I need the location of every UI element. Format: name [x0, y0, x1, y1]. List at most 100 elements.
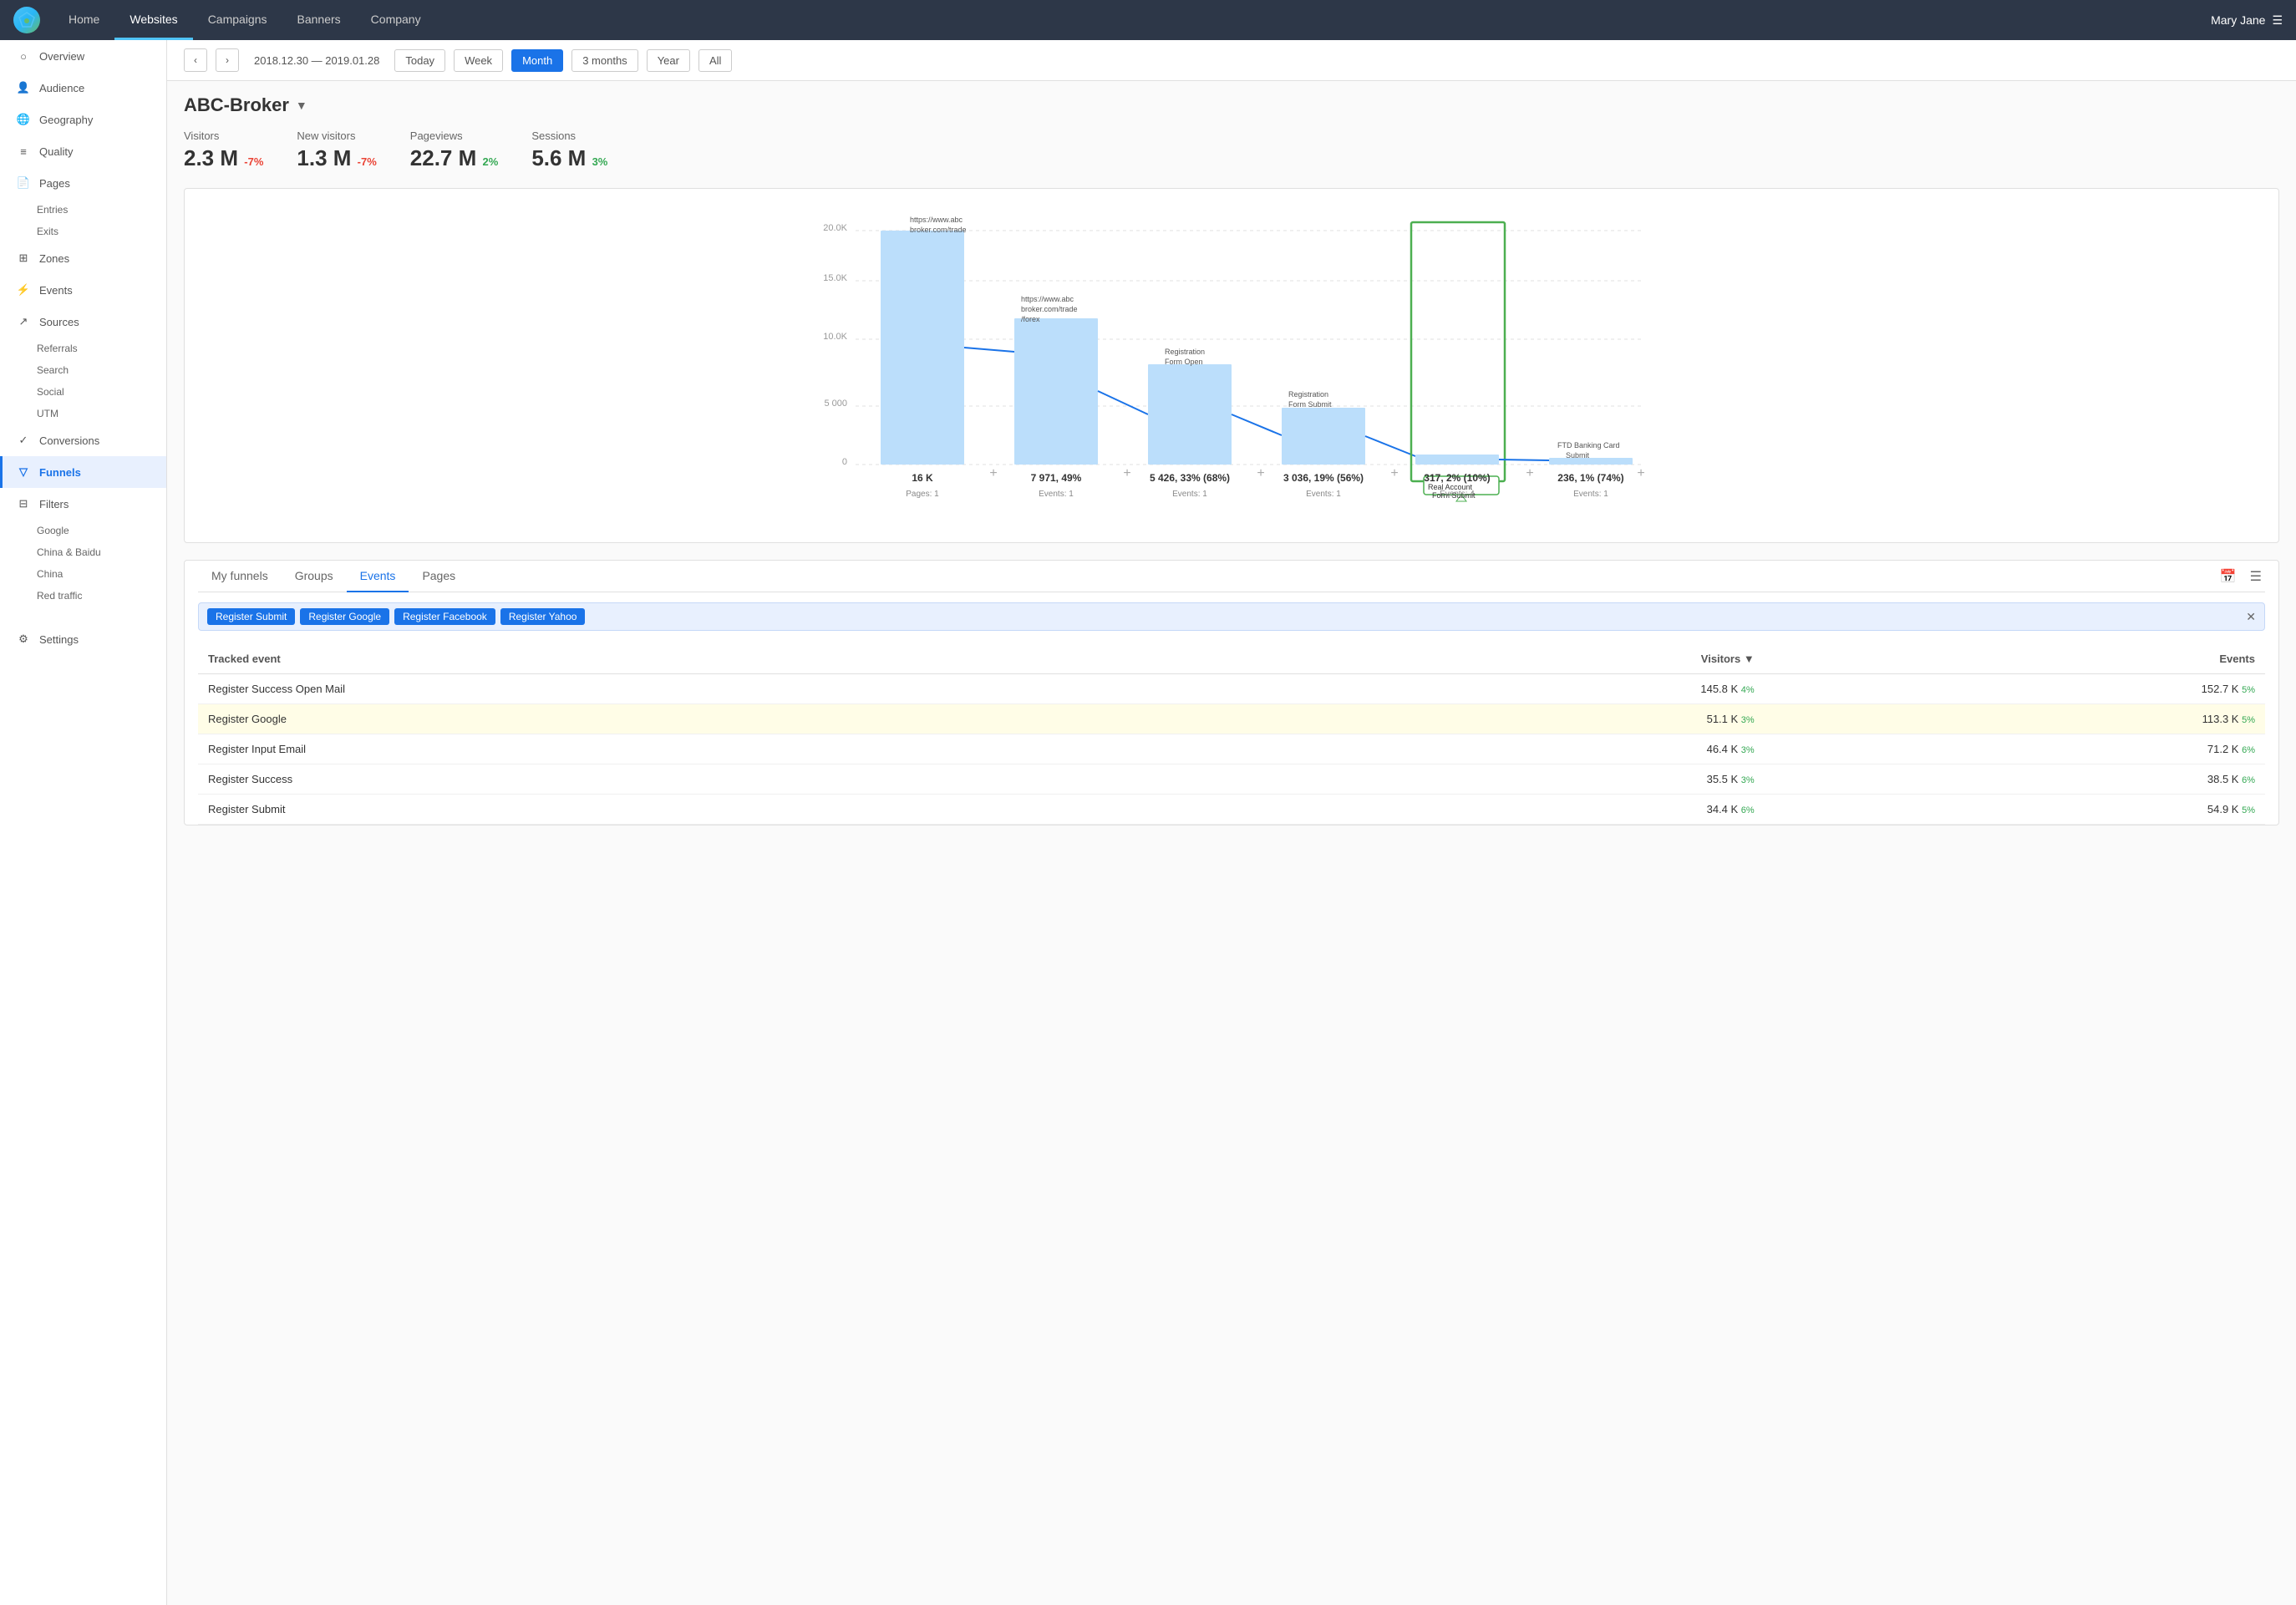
list-view-icon[interactable]: ☰ — [2247, 565, 2265, 588]
sidebar-sub-social[interactable]: Social — [0, 381, 166, 403]
svg-text:Registration: Registration — [1165, 348, 1205, 356]
sidebar-label-geography: Geography — [39, 114, 93, 126]
filters-icon: ⊟ — [16, 496, 31, 511]
svg-text:Form Open: Form Open — [1165, 358, 1203, 366]
tab-groups[interactable]: Groups — [282, 561, 347, 592]
period-year[interactable]: Year — [647, 49, 690, 72]
sidebar-sub-google[interactable]: Google — [0, 520, 166, 541]
sidebar-sub-china-baidu[interactable]: China & Baidu — [0, 541, 166, 563]
table-row[interactable]: Register Submit 34.4 K 6% 54.9 K 5% — [198, 795, 2265, 825]
calendar-icon[interactable]: 📅 — [2217, 565, 2240, 588]
filter-tags-close[interactable]: ✕ — [2246, 610, 2256, 624]
sidebar-sub-utm[interactable]: UTM — [0, 403, 166, 424]
next-period-button[interactable]: › — [216, 48, 239, 72]
stat-pageviews: Pageviews 22.7 M 2% — [410, 130, 499, 171]
sidebar-sub-referrals[interactable]: Referrals — [0, 338, 166, 359]
audience-icon: 👤 — [16, 80, 31, 95]
sidebar-item-conversions[interactable]: ✓ Conversions — [0, 424, 166, 456]
svg-text:5 000: 5 000 — [824, 399, 847, 409]
sidebar-sub-entries[interactable]: Entries — [0, 199, 166, 221]
period-today[interactable]: Today — [394, 49, 445, 72]
svg-text:0: 0 — [842, 457, 847, 467]
svg-text:7 971, 49%: 7 971, 49% — [1031, 472, 1082, 484]
svg-text:3 036, 19% (56%): 3 036, 19% (56%) — [1283, 472, 1364, 484]
svg-text:15.0K: 15.0K — [823, 273, 847, 283]
sidebar-label-pages: Pages — [39, 177, 70, 190]
zones-icon: ⊞ — [16, 251, 31, 266]
funnels-icon: ▽ — [16, 465, 31, 480]
svg-text:16 K: 16 K — [912, 472, 933, 484]
sidebar-label-zones: Zones — [39, 252, 69, 265]
sidebar-item-audience[interactable]: 👤 Audience — [0, 72, 166, 104]
cell-visitors: 35.5 K 3% — [1263, 764, 1764, 795]
cell-visitors: 145.8 K 4% — [1263, 674, 1764, 704]
sidebar-label-settings: Settings — [39, 633, 79, 646]
svg-text:236, 1% (74%): 236, 1% (74%) — [1557, 472, 1623, 484]
svg-text:Events: 1: Events: 1 — [1573, 490, 1608, 499]
sidebar-item-sources[interactable]: ↗ Sources — [0, 306, 166, 338]
stat-new-visitors: New visitors 1.3 M -7% — [297, 130, 376, 171]
filter-tag-register-facebook[interactable]: Register Facebook — [394, 608, 495, 625]
sidebar-item-geography[interactable]: 🌐 Geography — [0, 104, 166, 135]
svg-text:https://www.abc: https://www.abc — [910, 216, 963, 224]
nav-websites[interactable]: Websites — [114, 0, 192, 40]
cell-event: Register Success Open Mail — [198, 674, 1263, 704]
cell-events: 54.9 K 5% — [1765, 795, 2265, 825]
nav-company[interactable]: Company — [356, 0, 436, 40]
funnel-tabs: My funnels Groups Events Pages 📅 ☰ — [198, 561, 2265, 592]
menu-icon[interactable]: ☰ — [2272, 13, 2283, 28]
filter-tag-register-google[interactable]: Register Google — [300, 608, 389, 625]
tab-pages[interactable]: Pages — [409, 561, 469, 592]
date-range: 2018.12.30 — 2019.01.28 — [254, 54, 379, 67]
svg-text:20.0K: 20.0K — [823, 223, 847, 233]
col-events: Events — [1765, 644, 2265, 674]
prev-period-button[interactable]: ‹ — [184, 48, 207, 72]
svg-text:Events: 1: Events: 1 — [1306, 490, 1341, 499]
sidebar-label-audience: Audience — [39, 82, 84, 94]
svg-text:10.0K: 10.0K — [823, 332, 847, 342]
nav-home[interactable]: Home — [53, 0, 114, 40]
logo-icon — [13, 7, 40, 33]
table-row[interactable]: Register Success Open Mail 145.8 K 4% 15… — [198, 674, 2265, 704]
sidebar-item-settings[interactable]: ⚙ Settings — [0, 623, 166, 655]
sidebar-item-funnels[interactable]: ▽ Funnels — [0, 456, 166, 488]
col-tracked-event: Tracked event — [198, 644, 1263, 674]
cell-event: Register Google — [198, 704, 1263, 734]
table-row[interactable]: Register Success 35.5 K 3% 38.5 K 6% — [198, 764, 2265, 795]
main-content: ‹ › 2018.12.30 — 2019.01.28 Today Week M… — [167, 40, 2296, 1605]
nav-campaigns[interactable]: Campaigns — [193, 0, 282, 40]
table-row[interactable]: Register Input Email 46.4 K 3% 71.2 K 6% — [198, 734, 2265, 764]
sidebar-item-filters[interactable]: ⊟ Filters — [0, 488, 166, 520]
filter-tag-register-yahoo[interactable]: Register Yahoo — [500, 608, 586, 625]
sidebar-sub-exits[interactable]: Exits — [0, 221, 166, 242]
tab-my-funnels[interactable]: My funnels — [198, 561, 282, 592]
conversions-icon: ✓ — [16, 433, 31, 448]
nav-banners[interactable]: Banners — [282, 0, 356, 40]
sidebar-sub-search[interactable]: Search — [0, 359, 166, 381]
period-all[interactable]: All — [698, 49, 732, 72]
period-week[interactable]: Week — [454, 49, 503, 72]
filter-tag-register-submit[interactable]: Register Submit — [207, 608, 295, 625]
sidebar-label-conversions: Conversions — [39, 434, 99, 447]
pages-icon: 📄 — [16, 175, 31, 190]
sidebar-label-funnels: Funnels — [39, 466, 81, 479]
svg-text:+: + — [1637, 466, 1644, 480]
sidebar-item-overview[interactable]: ○ Overview — [0, 40, 166, 72]
period-month[interactable]: Month — [511, 49, 563, 72]
period-3months[interactable]: 3 months — [571, 49, 637, 72]
broker-dropdown[interactable]: ▼ — [296, 99, 307, 112]
quality-icon: ≡ — [16, 144, 31, 159]
table-row[interactable]: Register Google 51.1 K 3% 113.3 K 5% — [198, 704, 2265, 734]
svg-text:+: + — [989, 466, 997, 480]
sidebar-item-pages[interactable]: 📄 Pages — [0, 167, 166, 199]
svg-text:Events: 1: Events: 1 — [1172, 490, 1207, 499]
sidebar-item-zones[interactable]: ⊞ Zones — [0, 242, 166, 274]
settings-icon: ⚙ — [16, 632, 31, 647]
sidebar-item-events[interactable]: ⚡ Events — [0, 274, 166, 306]
sidebar-sub-red-traffic[interactable]: Red traffic — [0, 585, 166, 607]
col-visitors[interactable]: Visitors ▼ — [1263, 644, 1764, 674]
tab-events[interactable]: Events — [347, 561, 409, 592]
svg-text:+: + — [1526, 466, 1533, 480]
sidebar-sub-china[interactable]: China — [0, 563, 166, 585]
sidebar-item-quality[interactable]: ≡ Quality — [0, 135, 166, 167]
